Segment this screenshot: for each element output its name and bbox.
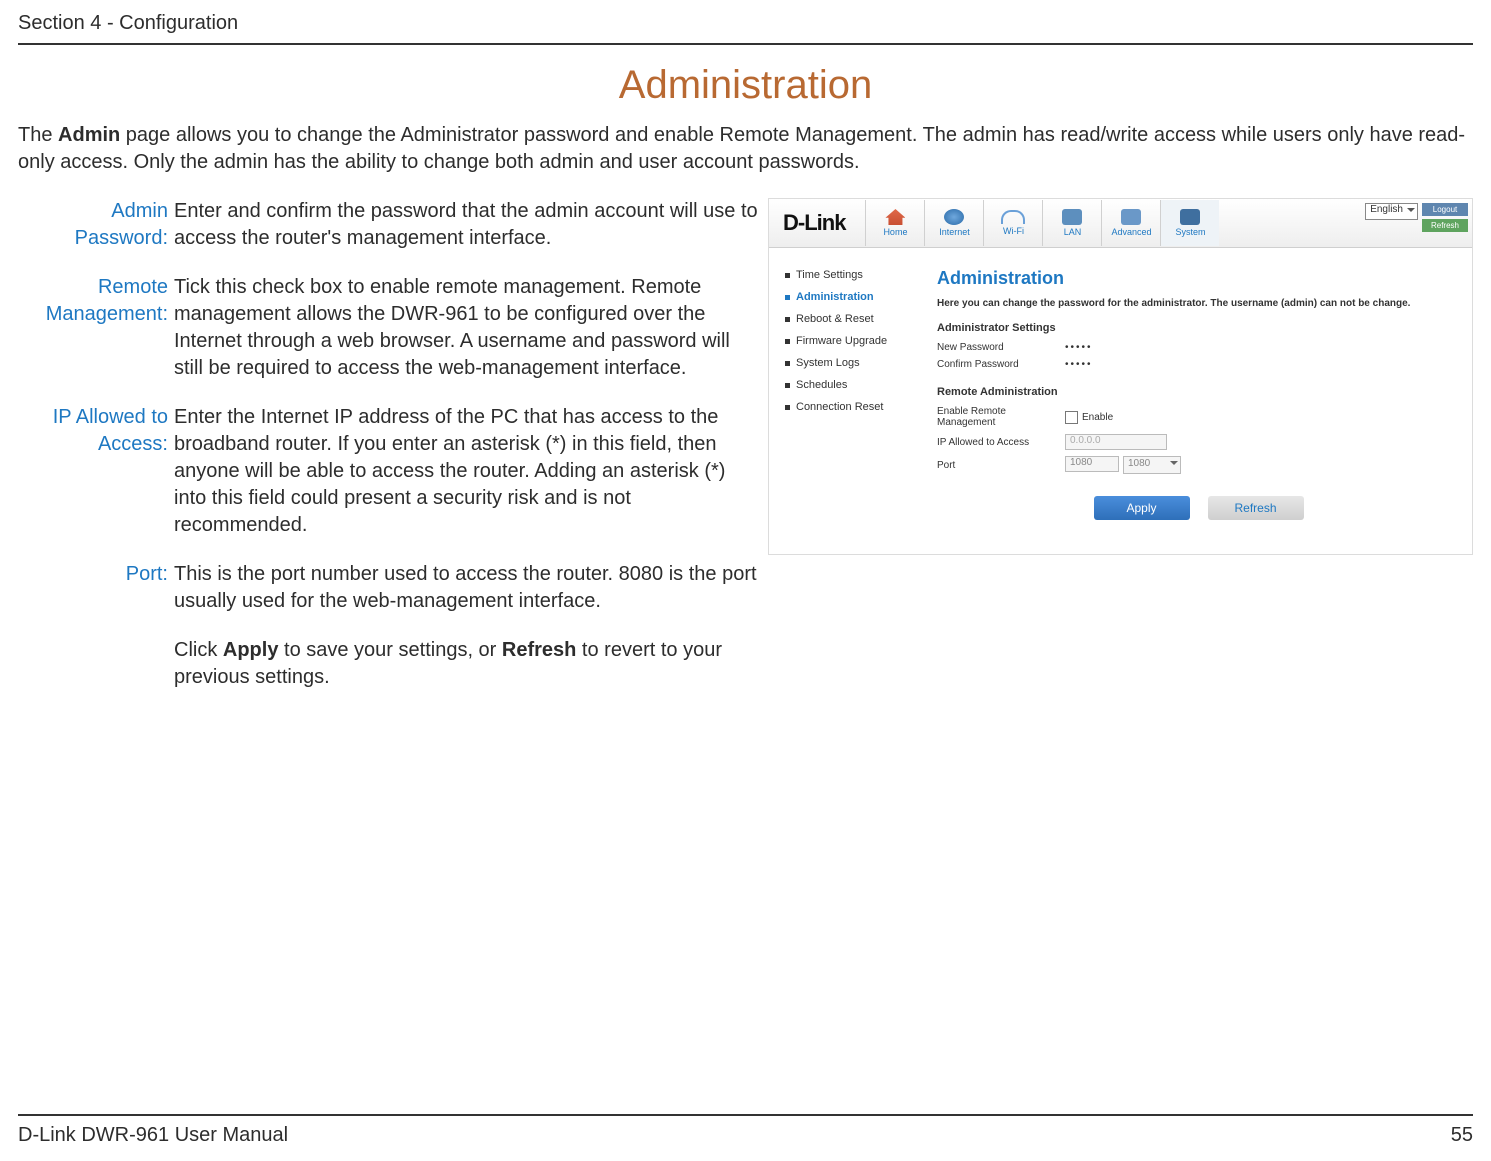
note-refresh: Refresh [502, 639, 576, 661]
refresh-button-top[interactable]: Refresh [1422, 219, 1468, 232]
language-select[interactable]: English [1365, 203, 1418, 220]
nav-system-label: System [1175, 227, 1205, 237]
footer-left: D-Link DWR-961 User Manual [18, 1124, 288, 1147]
page-title: Administration [18, 63, 1473, 108]
intro-text-2: page allows you to change the Administra… [18, 124, 1465, 173]
desc-port: This is the port number used to access t… [174, 561, 758, 691]
new-password-field[interactable]: ••••• [1065, 342, 1093, 353]
label-confirm-password: Confirm Password [937, 359, 1065, 370]
nav-lan-label: LAN [1064, 227, 1082, 237]
nav-home-label: Home [883, 227, 907, 237]
intro-text: The [18, 124, 58, 146]
section-admin-settings: Administrator Settings [937, 322, 1460, 334]
refresh-button[interactable]: Refresh [1208, 496, 1304, 520]
sidebar-item-administration[interactable]: Administration [785, 286, 925, 308]
term-admin-password: Admin Password: [18, 198, 174, 252]
nav-internet-label: Internet [939, 227, 970, 237]
note-mid: to save your settings, or [278, 639, 501, 661]
nav-wifi[interactable]: Wi-Fi [983, 200, 1042, 246]
page-footer: D-Link DWR-961 User Manual 55 [18, 1114, 1473, 1147]
screenshot-topbar: D-Link Home Internet Wi-Fi LAN Advanced … [769, 199, 1472, 248]
home-icon [885, 209, 905, 225]
logout-button[interactable]: Logout [1422, 203, 1468, 216]
brand-logo: D-Link [769, 210, 859, 236]
confirm-password-field[interactable]: ••••• [1065, 359, 1093, 370]
system-icon [1180, 209, 1200, 225]
screenshot-sidebar: Time Settings Administration Reboot & Re… [769, 248, 925, 554]
desc-port-text: This is the port number used to access t… [174, 563, 757, 612]
ip-allowed-input[interactable]: 0.0.0.0 [1065, 434, 1167, 450]
port-select[interactable]: 1080 [1123, 456, 1181, 474]
note-apply: Apply [223, 639, 279, 661]
sidebar-item-reboot[interactable]: Reboot & Reset [785, 308, 925, 330]
intro-bold: Admin [58, 124, 120, 146]
lan-icon [1062, 209, 1082, 225]
screenshot: D-Link Home Internet Wi-Fi LAN Advanced … [768, 198, 1473, 713]
nav-wifi-label: Wi-Fi [1003, 226, 1024, 236]
nav-home[interactable]: Home [865, 200, 924, 246]
intro-paragraph: The Admin page allows you to change the … [18, 122, 1473, 176]
sidebar-item-firmware[interactable]: Firmware Upgrade [785, 330, 925, 352]
sidebar-item-time[interactable]: Time Settings [785, 264, 925, 286]
label-ip-allowed: IP Allowed to Access [937, 437, 1065, 448]
screenshot-hint: Here you can change the password for the… [937, 297, 1460, 310]
definitions-column: Admin Password: Enter and confirm the pa… [18, 198, 758, 713]
enable-remote-checkbox[interactable] [1065, 411, 1078, 424]
globe-icon [944, 209, 964, 225]
term-remote-management: Remote Management: [18, 274, 174, 382]
enable-text: Enable [1082, 412, 1113, 423]
sidebar-item-connection-reset[interactable]: Connection Reset [785, 396, 925, 418]
sidebar-item-schedules[interactable]: Schedules [785, 374, 925, 396]
port-input[interactable]: 1080 [1065, 456, 1119, 472]
desc-ip-allowed: Enter the Internet IP address of the PC … [174, 404, 758, 539]
screenshot-main: Administration Here you can change the p… [925, 248, 1472, 554]
label-new-password: New Password [937, 342, 1065, 353]
sidebar-item-logs[interactable]: System Logs [785, 352, 925, 374]
nav-lan[interactable]: LAN [1042, 200, 1101, 246]
label-enable-remote: Enable Remote Management [937, 406, 1065, 428]
page-number: 55 [1451, 1124, 1473, 1147]
advanced-icon [1121, 209, 1141, 225]
term-ip-allowed: IP Allowed to Access: [18, 404, 174, 539]
apply-button[interactable]: Apply [1094, 496, 1190, 520]
wifi-icon [1001, 210, 1025, 224]
nav-internet[interactable]: Internet [924, 200, 983, 246]
label-port: Port [937, 460, 1065, 471]
desc-remote-management: Tick this check box to enable remote man… [174, 274, 758, 382]
nav-advanced[interactable]: Advanced [1101, 200, 1160, 246]
desc-admin-password: Enter and confirm the password that the … [174, 198, 758, 252]
term-port: Port: [18, 561, 174, 691]
nav-system[interactable]: System [1160, 200, 1219, 246]
screenshot-heading: Administration [937, 268, 1460, 289]
note-prefix: Click [174, 639, 223, 661]
section-header: Section 4 - Configuration [18, 0, 1473, 45]
section-remote-admin: Remote Administration [937, 386, 1460, 398]
nav-advanced-label: Advanced [1111, 227, 1151, 237]
